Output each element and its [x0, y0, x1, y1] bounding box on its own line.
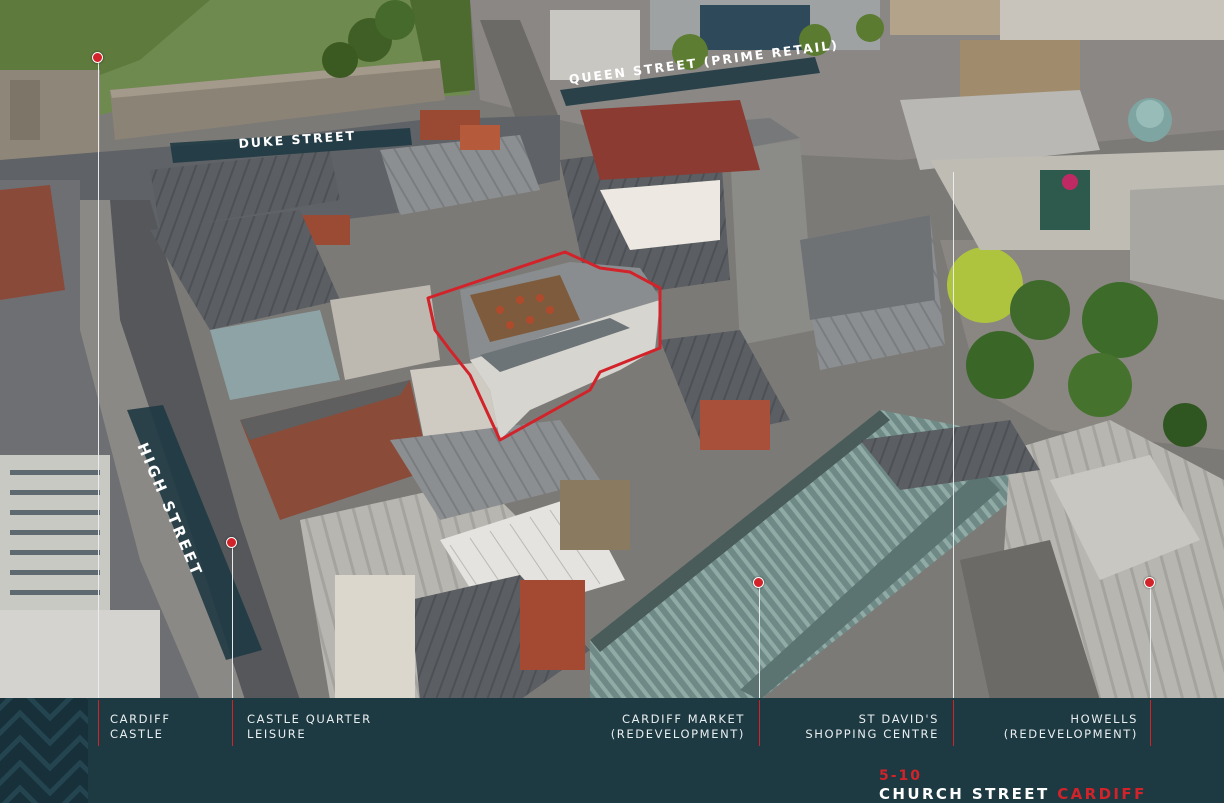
location-pin-icon: [753, 577, 764, 588]
chevron-pattern-icon: [0, 698, 88, 803]
aerial-photo: [0, 0, 1224, 700]
address-line: CHURCH STREET CARDIFF: [879, 785, 1147, 803]
label-howells: HOWELLS (REDEVELOPMENT): [1003, 712, 1138, 741]
address-city: CARDIFF: [1057, 785, 1147, 803]
stdavids-line: [953, 700, 954, 746]
label-castle-quarter: CASTLE QUARTER LEISURE: [247, 712, 372, 741]
quarter-line: [232, 700, 233, 746]
location-pin-icon: [92, 52, 103, 63]
label-cardiff-market: CARDIFF MARKET (REDEVELOPMENT): [610, 712, 745, 741]
howells-line: [1150, 700, 1151, 746]
map-stage: QUEEN STREET (PRIME RETAIL) DUKE STREET …: [0, 0, 1224, 803]
address-street: CHURCH STREET: [879, 785, 1050, 803]
label-cardiff-castle: CARDIFF CASTLE: [110, 712, 171, 741]
location-pin-icon: [1144, 577, 1155, 588]
castle-line: [98, 700, 99, 746]
location-pin-icon: [226, 537, 237, 548]
address-number: 5-10: [879, 768, 923, 784]
label-st-davids: ST DAVID'S SHOPPING CENTRE: [805, 712, 939, 741]
market-line: [759, 700, 760, 746]
